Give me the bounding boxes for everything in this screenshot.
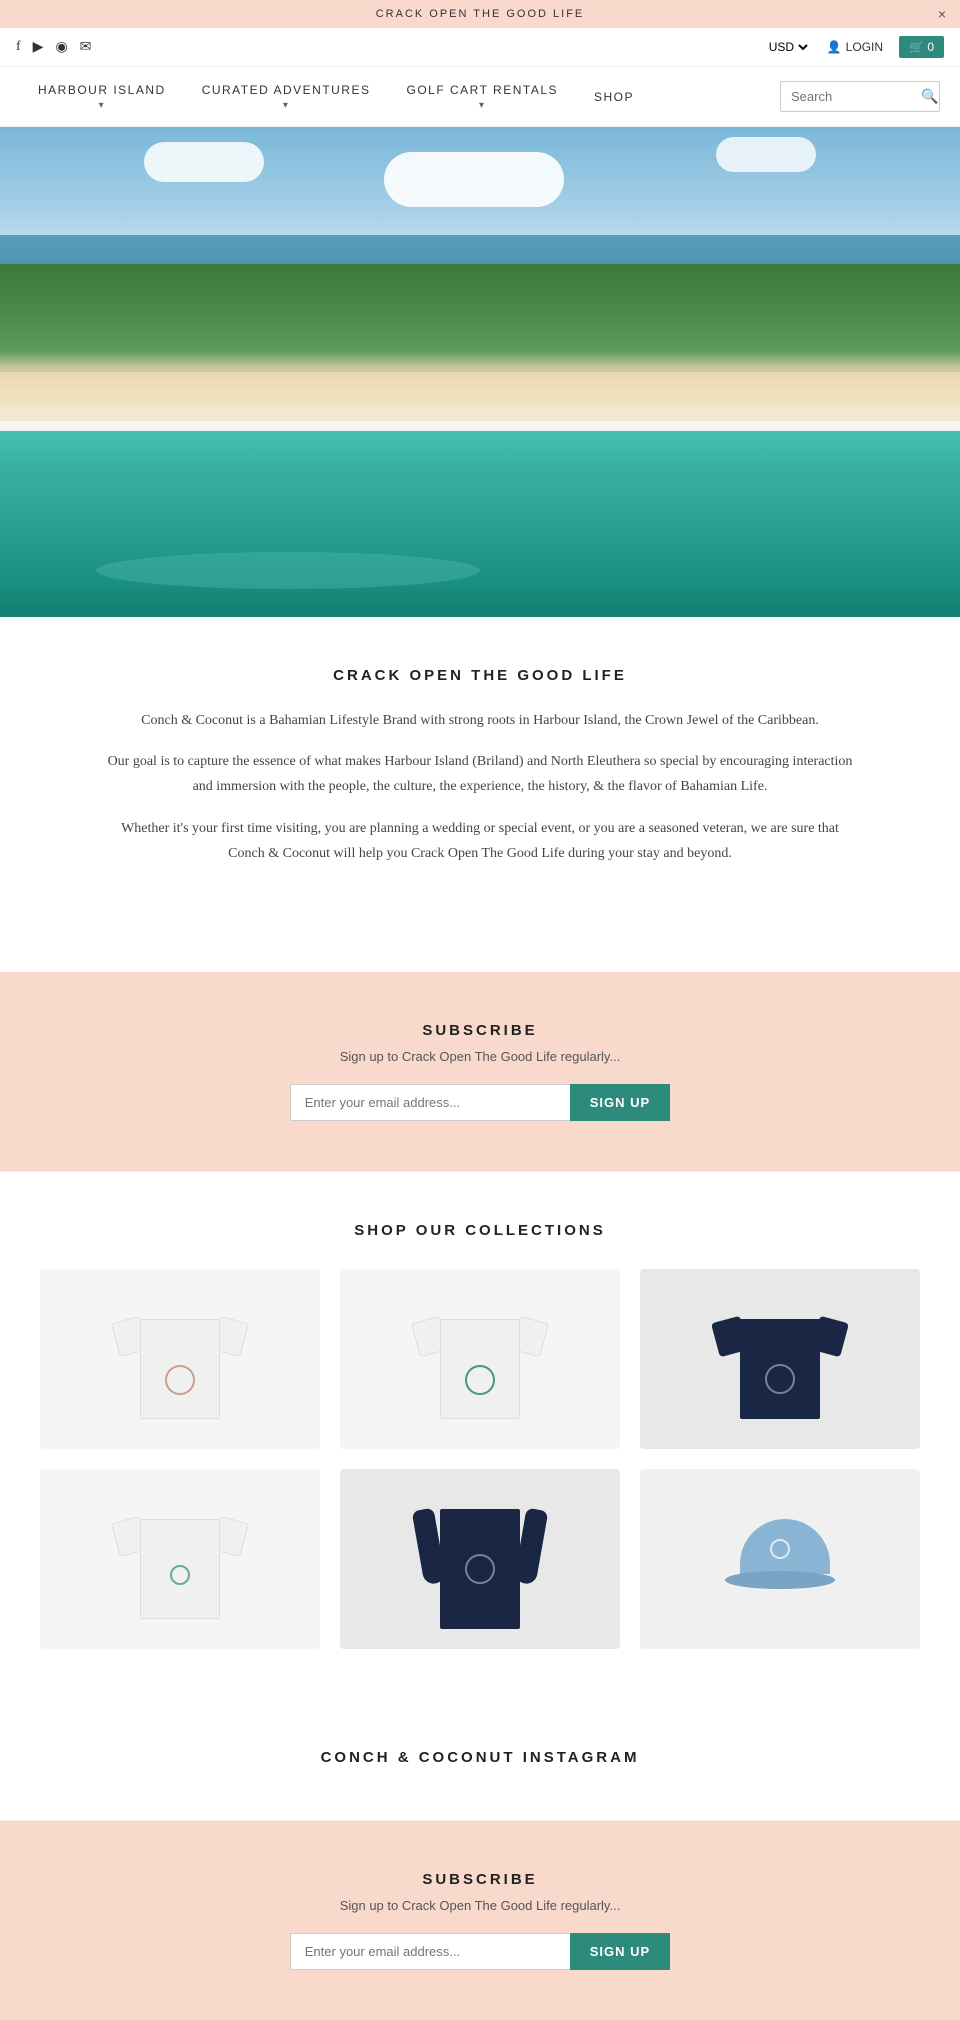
tshirt-logo	[765, 1364, 795, 1394]
intro-paragraph-1: Conch & Coconut is a Bahamian Lifestyle …	[105, 708, 855, 733]
cloud-3	[716, 137, 816, 172]
top-banner: CRACK OPEN THE GOOD LIFE ×	[0, 0, 960, 28]
subscribe-form: SIGN UP	[20, 1084, 940, 1121]
collections-title: SHOP OUR COLLECTIONS	[40, 1222, 920, 1239]
bottom-subscribe-title: SUBSCRIBE	[20, 1871, 940, 1888]
nav-golf-cart-rentals-label: GOLF CART RENTALS	[406, 83, 558, 97]
tshirt-body	[140, 1519, 220, 1619]
tshirt-body	[440, 1319, 520, 1419]
cart-icon: 🛒	[909, 40, 924, 54]
intro-title: CRACK OPEN THE GOOD LIFE	[80, 667, 880, 684]
youtube-icon[interactable]: ▶	[33, 39, 44, 56]
bottom-signup-button[interactable]: SIGN UP	[570, 1933, 670, 1970]
nav-links: HARBOUR ISLAND ▾ CURATED ADVENTURES ▾ GO…	[20, 83, 652, 111]
chevron-down-icon: ▾	[99, 100, 106, 111]
tshirt-body	[740, 1319, 820, 1419]
currency-selector[interactable]: USD	[765, 39, 811, 55]
subscribe-title: SUBSCRIBE	[20, 1022, 940, 1039]
tshirt-logo	[465, 1365, 495, 1395]
collection-item-white-tshirt-2[interactable]	[340, 1269, 620, 1449]
nav-shop-label: SHOP	[594, 90, 634, 104]
search-button[interactable]: 🔍	[921, 88, 938, 105]
top-bar: f ▶ ◉ ✉ USD 👤 LOGIN 🛒 0	[0, 28, 960, 67]
email-icon[interactable]: ✉	[80, 39, 92, 56]
nav-curated-adventures-label: CURATED ADVENTURES	[202, 83, 371, 97]
ocean-highlight	[96, 552, 480, 589]
close-banner-button[interactable]: ×	[938, 6, 948, 22]
collection-item-navy-longsleeve[interactable]	[340, 1469, 620, 1649]
bottom-subscribe-section: SUBSCRIBE Sign up to Crack Open The Good…	[0, 1821, 960, 2020]
login-button[interactable]: 👤 LOGIN	[827, 40, 883, 54]
signup-button[interactable]: SIGN UP	[570, 1084, 670, 1121]
instagram-section: CONCH & COCONUT INSTAGRAM	[0, 1699, 960, 1820]
social-links: f ▶ ◉ ✉	[16, 39, 91, 56]
cart-count: 0	[927, 40, 934, 54]
subscribe-section: SUBSCRIBE Sign up to Crack Open The Good…	[0, 972, 960, 1171]
email-input[interactable]	[290, 1084, 570, 1121]
search-box: 🔍	[780, 81, 940, 112]
subscribe-subtitle: Sign up to Crack Open The Good Life regu…	[20, 1049, 940, 1064]
collection-item-navy-tshirt[interactable]	[640, 1269, 920, 1449]
intro-paragraph-3: Whether it's your first time visiting, y…	[105, 816, 855, 866]
instagram-icon[interactable]: ◉	[55, 39, 67, 56]
tshirt-body	[440, 1509, 520, 1629]
intro-paragraph-2: Our goal is to capture the essence of wh…	[105, 749, 855, 799]
hat-blue	[725, 1519, 835, 1599]
tshirt-logo	[170, 1565, 190, 1585]
collections-grid	[40, 1269, 920, 1649]
cloud-2	[384, 152, 564, 207]
hero-image	[0, 127, 960, 617]
collection-item-white-tshirt-1[interactable]	[40, 1269, 320, 1449]
hat-logo	[770, 1539, 790, 1559]
collection-item-white-tshirt-3[interactable]	[40, 1469, 320, 1649]
nav-curated-adventures[interactable]: CURATED ADVENTURES ▾	[184, 83, 389, 111]
tshirt-navy	[730, 1299, 830, 1419]
tshirt-logo	[465, 1554, 495, 1584]
intro-section: CRACK OPEN THE GOOD LIFE Conch & Coconut…	[0, 617, 960, 932]
login-icon: 👤	[827, 40, 842, 54]
nav-shop[interactable]: SHOP	[576, 90, 652, 104]
login-label: LOGIN	[846, 40, 883, 54]
cloud-1	[144, 142, 264, 182]
hero-scene	[0, 127, 960, 617]
land-layer	[0, 264, 960, 387]
chevron-down-icon: ▾	[479, 100, 486, 111]
instagram-title: CONCH & COCONUT INSTAGRAM	[40, 1749, 920, 1766]
collection-item-blue-hat[interactable]	[640, 1469, 920, 1649]
bottom-subscribe-subtitle: Sign up to Crack Open The Good Life regu…	[20, 1898, 940, 1913]
nav-harbour-island-label: HARBOUR ISLAND	[38, 83, 166, 97]
tshirt-white-1	[130, 1299, 230, 1419]
navigation: HARBOUR ISLAND ▾ CURATED ADVENTURES ▾ GO…	[0, 67, 960, 127]
tshirt-longsleeve-navy	[430, 1489, 530, 1629]
bottom-subscribe-form: SIGN UP	[20, 1933, 940, 1970]
cart-button[interactable]: 🛒 0	[899, 36, 944, 58]
collections-section: SHOP OUR COLLECTIONS	[0, 1172, 960, 1699]
top-bar-right: USD 👤 LOGIN 🛒 0	[765, 36, 944, 58]
bottom-email-input[interactable]	[290, 1933, 570, 1970]
hat-brim	[725, 1571, 835, 1589]
search-input[interactable]	[791, 89, 921, 104]
tshirt-body	[140, 1319, 220, 1419]
chevron-down-icon: ▾	[283, 100, 290, 111]
nav-harbour-island[interactable]: HARBOUR ISLAND ▾	[20, 83, 184, 111]
tshirt-logo	[165, 1365, 195, 1395]
facebook-icon[interactable]: f	[16, 39, 21, 55]
tshirt-white-3	[130, 1499, 230, 1619]
tshirt-white-2	[430, 1299, 530, 1419]
ocean-near	[0, 431, 960, 617]
nav-golf-cart-rentals[interactable]: GOLF CART RENTALS ▾	[388, 83, 576, 111]
banner-text: CRACK OPEN THE GOOD LIFE	[376, 8, 585, 20]
